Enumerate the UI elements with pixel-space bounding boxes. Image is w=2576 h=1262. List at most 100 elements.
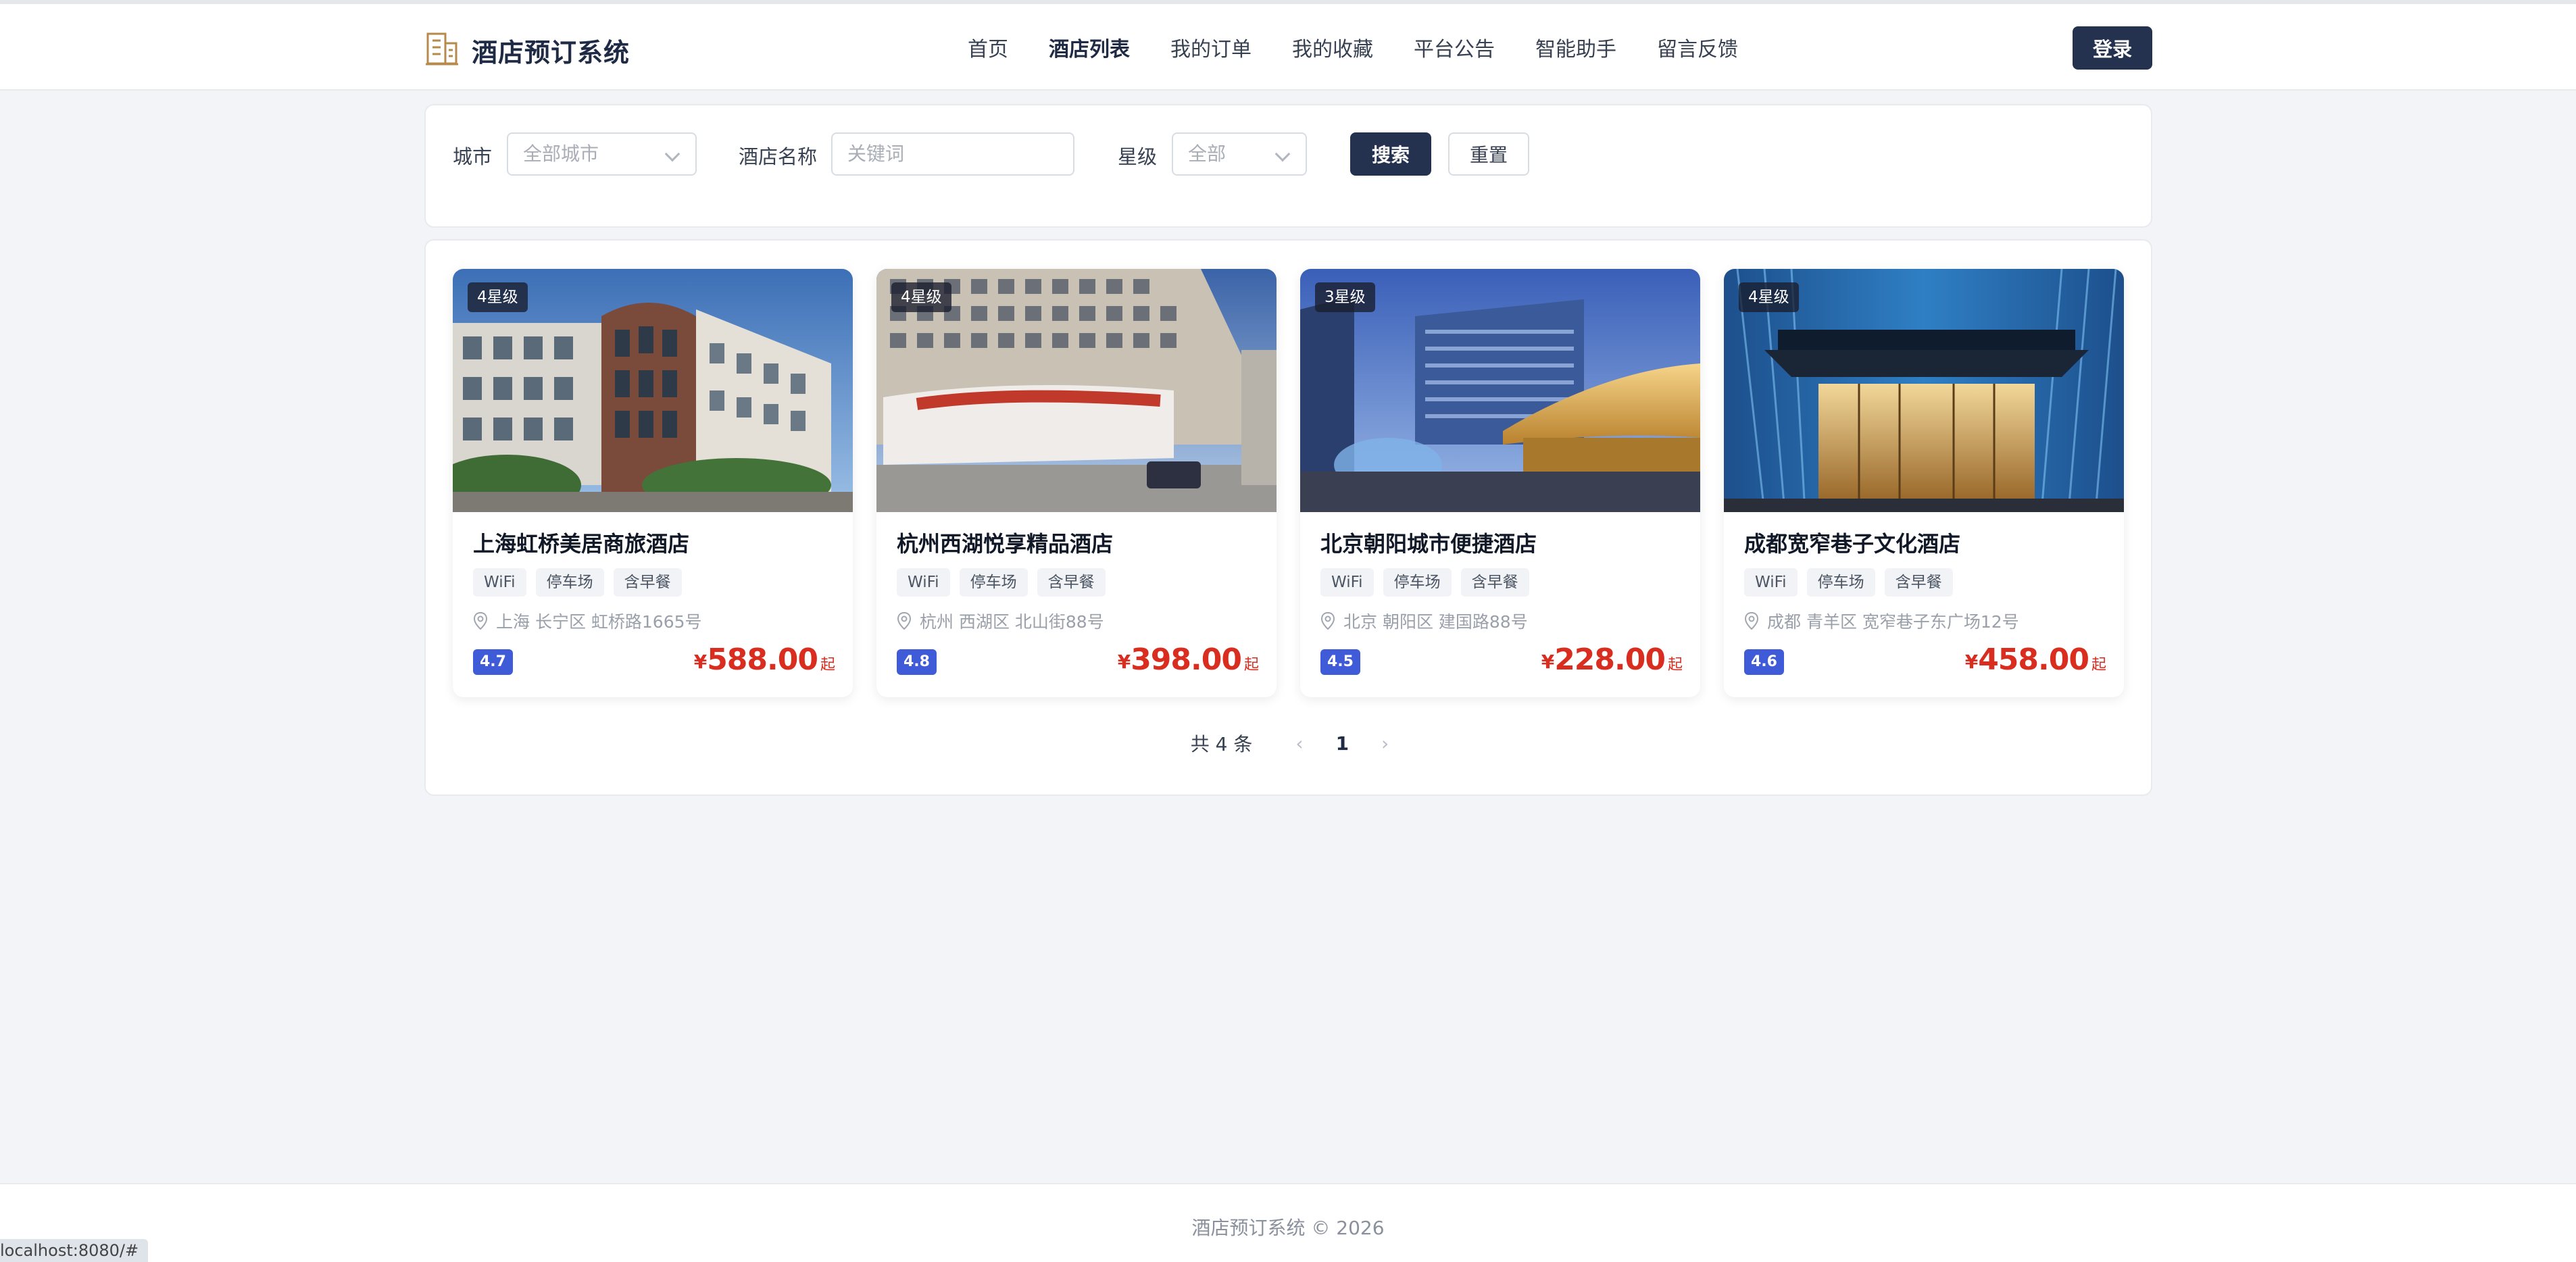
page-footer: 酒店预订系统 © 2026 <box>0 1183 2576 1262</box>
address-text: 上海 长宁区 虹桥路1665号 <box>496 612 702 632</box>
chevron-down-icon <box>1274 146 1291 162</box>
hotel-price: ¥ 398.00 起 <box>1118 643 1259 677</box>
hotel-address: 北京 朝阳区 建国路88号 <box>1320 609 1528 633</box>
logo-text: 酒店预订系统 <box>472 37 630 68</box>
hotel-price: ¥ 458.00 起 <box>1965 643 2106 677</box>
location-pin-icon <box>897 611 912 630</box>
rating-badge: 4.6 <box>1744 649 1784 675</box>
hotel-name-label: 酒店名称 <box>739 145 818 168</box>
prev-page-button[interactable]: ‹ <box>1295 732 1303 755</box>
hotel-price: ¥ 588.00 起 <box>694 643 835 677</box>
city-select[interactable]: 全部城市 <box>507 132 697 176</box>
hotel-card[interactable]: 4星级 成都宽窄巷子文化酒店 WiFi 停车场 含早餐 成都 青羊区 宽窄巷子东… <box>1724 269 2124 697</box>
hotel-price: ¥ 228.00 起 <box>1541 643 1683 677</box>
hotel-photo[interactable]: 3星级 <box>1300 269 1700 512</box>
logo[interactable]: 酒店预订系统 <box>426 31 630 69</box>
price-currency: ¥ <box>693 651 708 673</box>
hotel-photo[interactable]: 4星级 <box>453 269 853 512</box>
amenity-tag: 含早餐 <box>1884 568 1953 597</box>
amenity-tags: WiFi 停车场 含早餐 <box>897 568 1115 597</box>
amenity-tag: 停车场 <box>1383 568 1452 597</box>
city-label: 城市 <box>453 145 493 168</box>
price-suffix: 起 <box>1243 657 1259 674</box>
filter-panel: 城市 全部城市 酒店名称 关键词 星级 全部 搜索 重置 <box>424 104 2152 228</box>
address-text: 北京 朝阳区 建国路88号 <box>1343 612 1528 632</box>
price-currency: ¥ <box>1964 651 1979 673</box>
amenity-tags: WiFi 停车场 含早餐 <box>473 568 691 597</box>
hotel-photo[interactable]: 4星级 <box>876 269 1277 512</box>
hotel-name[interactable]: 北京朝阳城市便捷酒店 <box>1320 527 1537 558</box>
rating-badge: 4.5 <box>1320 649 1360 675</box>
hotel-card[interactable]: 4星级 杭州西湖悦享精品酒店 WiFi 停车场 含早餐 杭州 西湖区 北山街88… <box>876 269 1277 697</box>
footer-copyright: 酒店预订系统 © 2026 <box>1191 1217 1385 1239</box>
price-value: 228.00 <box>1554 642 1666 677</box>
star-level-badge: 4星级 <box>468 282 528 312</box>
amenity-tags: WiFi 停车场 含早餐 <box>1320 568 1539 597</box>
hotel-card[interactable]: 4星级 上海虹桥美居商旅酒店 WiFi 停车场 含早餐 上海 长宁区 虹桥路16… <box>453 269 853 697</box>
amenity-tag: 停车场 <box>959 568 1028 597</box>
next-page-button[interactable]: › <box>1381 732 1389 755</box>
price-suffix: 起 <box>2091 657 2106 674</box>
status-bar-url: localhost:8080/# <box>0 1239 149 1262</box>
nav-smart-assistant[interactable]: 智能助手 <box>1535 32 1616 68</box>
amenity-tag: 含早餐 <box>613 568 682 597</box>
search-button[interactable]: 搜索 <box>1350 132 1431 176</box>
hotel-list-panel: 4星级 上海虹桥美居商旅酒店 WiFi 停车场 含早餐 上海 长宁区 虹桥路16… <box>424 239 2152 796</box>
hotel-name[interactable]: 成都宽窄巷子文化酒店 <box>1744 527 1960 558</box>
hotel-name[interactable]: 上海虹桥美居商旅酒店 <box>473 527 689 558</box>
amenity-tag: 含早餐 <box>1037 568 1106 597</box>
reset-button[interactable]: 重置 <box>1448 132 1529 176</box>
amenity-tag: WiFi <box>1320 568 1374 597</box>
star-select[interactable]: 全部 <box>1172 132 1307 176</box>
chevron-down-icon <box>664 146 680 162</box>
nav-announcements[interactable]: 平台公告 <box>1414 32 1495 68</box>
rating-badge: 4.7 <box>473 649 513 675</box>
address-text: 成都 青羊区 宽窄巷子东广场12号 <box>1767 612 2019 632</box>
amenity-tag: WiFi <box>1744 568 1798 597</box>
nav-feedback[interactable]: 留言反馈 <box>1657 32 1738 68</box>
location-pin-icon <box>1320 611 1335 630</box>
building-icon <box>426 31 458 69</box>
star-level-badge: 3星级 <box>1315 282 1375 312</box>
star-level-badge: 4星级 <box>891 282 951 312</box>
nav-my-favorites[interactable]: 我的收藏 <box>1292 32 1373 68</box>
price-value: 588.00 <box>707 642 818 677</box>
amenity-tag: WiFi <box>473 568 526 597</box>
pagination: 共 4 条 ‹ 1 › <box>426 730 2154 757</box>
star-level-badge: 4星级 <box>1739 282 1799 312</box>
star-select-placeholder: 全部 <box>1188 143 1227 165</box>
hotel-name-input[interactable]: 关键词 <box>831 132 1074 176</box>
hotel-address: 上海 长宁区 虹桥路1665号 <box>473 609 702 633</box>
amenity-tag: 停车场 <box>535 568 604 597</box>
amenity-tag: 停车场 <box>1806 568 1875 597</box>
location-pin-icon <box>473 611 488 630</box>
rating-badge: 4.8 <box>897 649 937 675</box>
city-select-placeholder: 全部城市 <box>523 143 599 165</box>
amenity-tag: WiFi <box>897 568 950 597</box>
hotel-name-placeholder: 关键词 <box>847 143 905 165</box>
star-label: 星级 <box>1118 145 1158 168</box>
nav-home[interactable]: 首页 <box>968 32 1008 68</box>
hotel-name[interactable]: 杭州西湖悦享精品酒店 <box>897 527 1113 558</box>
hotel-address: 成都 青羊区 宽窄巷子东广场12号 <box>1744 609 2019 633</box>
price-value: 398.00 <box>1131 642 1242 677</box>
top-header: 酒店预订系统 首页 酒店列表 我的订单 我的收藏 平台公告 智能助手 留言反馈 … <box>0 4 2576 91</box>
hotel-photo[interactable]: 4星级 <box>1724 269 2124 512</box>
hotel-card[interactable]: 3星级 北京朝阳城市便捷酒店 WiFi 停车场 含早餐 北京 朝阳区 建国路88… <box>1300 269 1700 697</box>
amenity-tags: WiFi 停车场 含早餐 <box>1744 568 1962 597</box>
amenity-tag: 含早餐 <box>1460 568 1529 597</box>
nav-hotel-list[interactable]: 酒店列表 <box>1049 32 1130 68</box>
price-suffix: 起 <box>820 657 835 674</box>
pagination-total: 共 4 条 <box>1190 733 1253 755</box>
price-currency: ¥ <box>1117 651 1131 673</box>
price-value: 458.00 <box>1978 642 2089 677</box>
address-text: 杭州 西湖区 北山街88号 <box>920 612 1104 632</box>
hotel-address: 杭州 西湖区 北山街88号 <box>897 609 1104 633</box>
price-suffix: 起 <box>1667 657 1683 674</box>
page-number-current[interactable]: 1 <box>1336 732 1349 755</box>
main-nav: 首页 酒店列表 我的订单 我的收藏 平台公告 智能助手 留言反馈 <box>968 32 1779 68</box>
nav-my-orders[interactable]: 我的订单 <box>1170 32 1252 68</box>
login-button[interactable]: 登录 <box>2073 26 2152 70</box>
price-currency: ¥ <box>1541 651 1555 673</box>
location-pin-icon <box>1744 611 1759 630</box>
